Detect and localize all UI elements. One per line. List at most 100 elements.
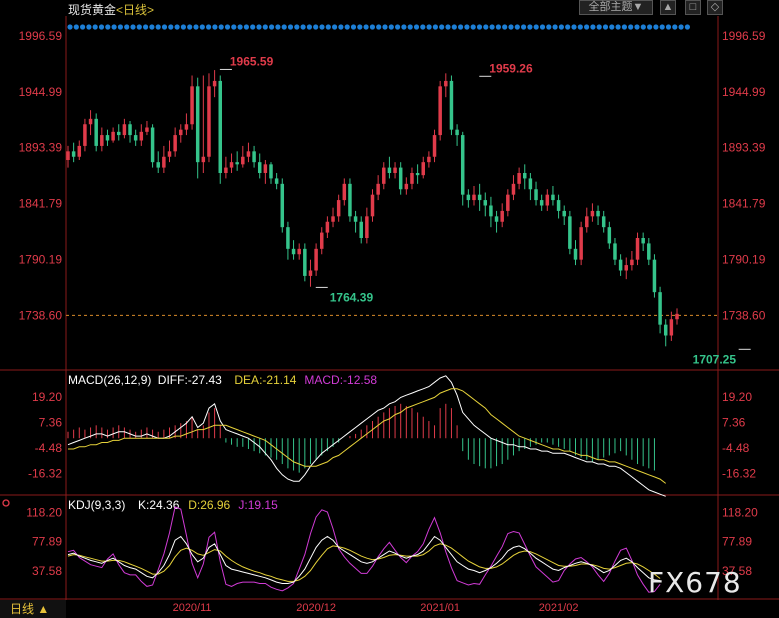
event-dot — [464, 24, 470, 30]
candle-body — [331, 216, 335, 222]
macd-axis-tick-right: -4.48 — [722, 441, 750, 455]
extreme-label: 1707.25 — [693, 352, 737, 366]
candle-body — [167, 151, 172, 157]
event-dot — [647, 24, 653, 30]
event-dot — [483, 24, 489, 30]
candle-body — [235, 162, 239, 165]
candle-body — [556, 200, 561, 211]
event-dot — [407, 24, 413, 30]
candle-body — [415, 173, 420, 176]
event-dot — [621, 24, 628, 30]
candle-body — [133, 135, 138, 141]
candle-body — [607, 227, 612, 244]
candle-body — [410, 173, 414, 184]
candle-body — [297, 248, 301, 255]
candle-body — [393, 167, 397, 173]
event-dot — [224, 24, 231, 30]
event-dot — [199, 24, 205, 30]
event-dot — [149, 24, 155, 30]
price-axis-tick-right: 1944.99 — [722, 85, 766, 99]
candle-body — [128, 124, 132, 136]
theme-menu-button[interactable]: 全部主题▼ — [579, 0, 653, 15]
candle-body — [342, 183, 347, 201]
candle-body — [652, 259, 657, 293]
candle-body — [613, 243, 617, 260]
candle-body — [195, 86, 200, 163]
candle-body — [387, 167, 392, 173]
event-dot — [640, 24, 646, 30]
price-axis-tick-left: 1996.59 — [19, 29, 63, 43]
event-dot — [180, 24, 186, 30]
event-dot — [634, 24, 640, 30]
macd-panel[interactable]: MACD(26,12,9) DIFF:-27.43 DEA:-21.14 MACD:-… — [28, 373, 756, 497]
event-dot — [439, 24, 445, 30]
event-dot — [502, 24, 508, 30]
candle-body — [635, 238, 640, 260]
event-dot — [590, 24, 596, 30]
candle-body — [100, 135, 104, 146]
chart-canvas: 1996.59 1996.59 1944.99 1944.99 1893.39 1893.… — [0, 16, 779, 614]
window-toggle-button[interactable]: □ — [685, 0, 701, 15]
event-dot — [395, 24, 401, 30]
candle-body — [353, 216, 358, 222]
price-panel[interactable]: 1996.59 1996.59 1944.99 1944.99 1893.39 1893.… — [19, 29, 766, 614]
price-axis-tick-left: 1841.79 — [19, 197, 63, 211]
kdj-j-line — [67, 506, 661, 593]
event-dot — [98, 24, 105, 30]
candle-body — [647, 243, 651, 260]
event-dot — [451, 24, 457, 30]
kdj-axis-tick-left: 77.89 — [32, 535, 62, 549]
extreme-label: 1959.26 — [489, 61, 533, 75]
event-dot — [243, 24, 249, 30]
kdj-legend-item: KDJ(9,3,3) — [68, 498, 125, 512]
macd-axis-tick-left: 19.20 — [32, 390, 62, 404]
event-dot — [193, 24, 199, 30]
event-dot — [269, 24, 275, 30]
candle-body — [511, 183, 516, 195]
candle-body — [618, 259, 623, 271]
scroll-up-button[interactable]: ▲ — [660, 0, 676, 15]
candle-body — [675, 313, 679, 320]
candle-body — [455, 129, 459, 136]
candle-body — [398, 167, 403, 190]
event-dot — [300, 24, 306, 30]
macd-axis-tick-right: 7.36 — [722, 415, 746, 429]
event-dot — [262, 24, 268, 30]
instrument-name: 现货黄金 — [68, 3, 117, 17]
candle-body — [432, 135, 437, 157]
event-dot — [250, 24, 256, 30]
event-dot — [571, 24, 577, 30]
period-tab[interactable]: 日线 ▲ — [0, 600, 66, 618]
event-dot — [653, 24, 659, 30]
candle-body — [179, 129, 183, 136]
event-dot — [401, 24, 407, 30]
event-dot — [609, 24, 615, 30]
event-dot — [527, 24, 533, 30]
candle-body — [460, 135, 465, 195]
candle-body — [252, 151, 256, 163]
candle-body — [291, 248, 296, 255]
candle-body — [286, 227, 290, 249]
event-dot — [470, 24, 476, 30]
date-axis-tick: 2021/02 — [539, 602, 579, 614]
candle-body — [229, 162, 234, 168]
candle-body — [336, 200, 341, 217]
candle-body — [630, 259, 634, 266]
event-dot — [212, 24, 218, 30]
candle-body — [477, 194, 482, 201]
candle-body — [568, 216, 572, 249]
event-dot — [124, 24, 130, 30]
event-dot — [206, 24, 212, 30]
layout-toggle-button[interactable]: ◇ — [707, 0, 723, 15]
macd-axis-tick-right: -16.32 — [722, 466, 756, 480]
candle-body — [534, 189, 538, 201]
event-dot — [86, 24, 92, 30]
event-dot — [105, 24, 111, 30]
event-dot — [602, 24, 609, 30]
event-dot — [495, 24, 501, 30]
candle-body — [111, 131, 115, 141]
event-dot — [678, 24, 684, 30]
macd-axis-tick-left: -16.32 — [28, 466, 62, 480]
macd-legend-item: MACD:-12.58 — [304, 373, 377, 387]
period-selector[interactable]: <日线> — [116, 3, 154, 17]
